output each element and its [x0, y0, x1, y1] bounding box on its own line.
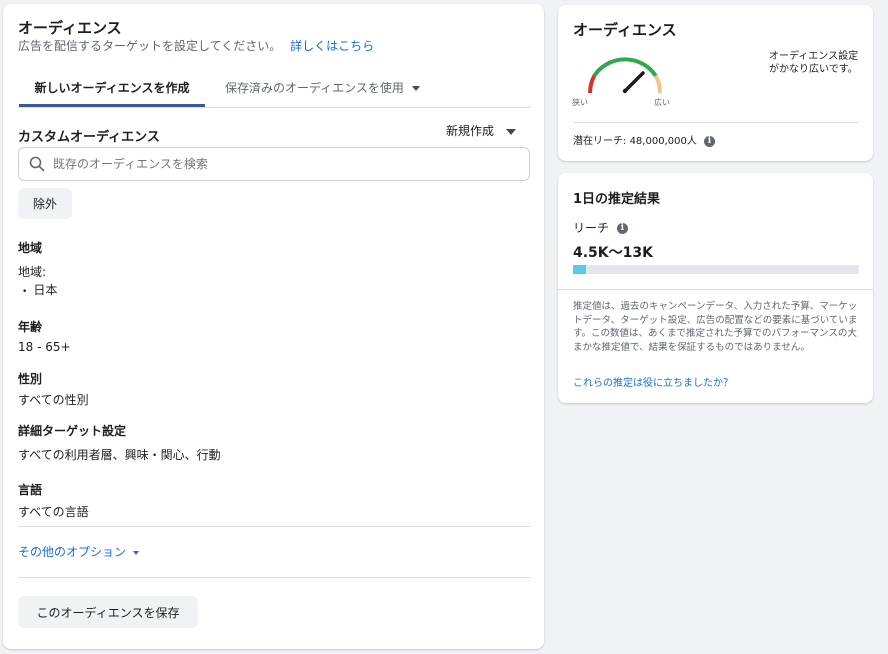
save-audience-label: このオーディエンスを保存 [36, 605, 180, 620]
reach-range: 4.5K〜13K [573, 245, 653, 261]
gauge-needle [623, 71, 645, 93]
feedback-link[interactable]: これらの推定は役に立ちましたか？ [573, 374, 733, 389]
search-icon [29, 156, 45, 172]
potential-reach-label: 潜在リーチ: [573, 136, 627, 147]
tab-saved-audience[interactable]: 保存済みのオーディエンスを使用 [225, 79, 420, 96]
options-divider [18, 526, 531, 527]
audience-panel: オーディエンス 広告を配信するターゲットを設定してください。 詳しくはこちら 新… [3, 4, 544, 649]
reach-progress-track [573, 265, 859, 274]
reach-progress-fill [573, 265, 586, 274]
save-divider [18, 577, 531, 578]
location-item-label: 日本 [33, 283, 58, 297]
caret-down-icon [411, 86, 420, 91]
gauge-optimal-segment [592, 57, 658, 77]
potential-reach-value: 48,000,000人 [629, 136, 697, 147]
audience-title: オーディエンス [18, 19, 122, 37]
reach-label: リーチ [573, 221, 610, 235]
tab-create-new-audience[interactable]: 新しいオーディエンスを作成 [19, 74, 205, 107]
create-new-label: 新規作成 [446, 124, 495, 138]
location-item: • 日本 [22, 281, 57, 298]
exclude-label: 除外 [32, 197, 57, 211]
daily-results-title: 1日の推定結果 [573, 192, 661, 207]
reach-heading: リーチ i [573, 219, 628, 236]
audience-breadth-description: オーディエンス設定がかなり広いです。 [769, 51, 859, 75]
languages-label: 言語 [18, 483, 43, 497]
caret-down-icon [132, 550, 139, 555]
gauge-pivot [622, 88, 628, 94]
gender-value: すべての性別 [18, 393, 89, 407]
detailed-targeting-value: すべての利用者層、興味・関心、行動 [18, 448, 221, 462]
audience-subtitle-text: 広告を配信するターゲットを設定してください。 [18, 39, 282, 53]
languages-value: すべての言語 [18, 505, 89, 519]
age-value: 18 - 65+ [18, 340, 71, 354]
estimate-disclaimer: 推定値は、過去のキャンペーンデータ、入力された予算、マーケットデータ、ターゲット… [573, 301, 858, 353]
bullet-icon: • [22, 287, 28, 297]
daily-results-panel: 1日の推定結果 リーチ i 4.5K〜13K 推定値は、過去のキャンペーンデータ… [558, 173, 873, 403]
audience-definition-title: オーディエンス [573, 21, 677, 39]
audience-definition-panel: オーディエンス 狭い 広い オーディエンス設定がかなり広いです。 潜在リーチ: … [558, 5, 873, 161]
audience-search-box[interactable] [18, 147, 530, 181]
caret-down-icon [505, 128, 516, 135]
custom-audience-label: カスタムオーディエンス [18, 130, 160, 145]
gauge-broad-segment [653, 74, 662, 94]
info-icon[interactable]: i [616, 223, 628, 234]
potential-reach: 潜在リーチ: 48,000,000人 i [573, 132, 716, 147]
reach-divider [573, 122, 859, 123]
save-audience-button[interactable]: このオーディエンスを保存 [18, 596, 198, 628]
gauge-narrow-label: 狭い [572, 98, 588, 107]
detailed-targeting-label: 詳細ターゲット設定 [18, 424, 127, 438]
gauge-narrow-segment [588, 74, 597, 94]
gender-label: 性別 [18, 372, 43, 386]
info-icon[interactable]: i [704, 135, 716, 147]
tab-label: 保存済みのオーディエンスを使用 [225, 81, 404, 95]
tabs-divider [18, 107, 531, 108]
disclaimer-divider [558, 289, 873, 290]
audience-subtitle: 広告を配信するターゲットを設定してください。 詳しくはこちら [18, 37, 374, 54]
audience-search-input[interactable] [53, 154, 513, 174]
create-new-dropdown[interactable]: 新規作成 [446, 122, 516, 139]
location-sub-label: 地域: [18, 265, 47, 279]
tab-label: 新しいオーディエンスを作成 [34, 81, 190, 95]
exclude-button[interactable]: 除外 [18, 188, 72, 219]
gauge-broad-label: 広い [654, 98, 670, 107]
learn-more-link[interactable]: 詳しくはこちら [290, 39, 374, 53]
age-label: 年齢 [18, 320, 43, 334]
audience-size-gauge [588, 57, 662, 94]
more-options-link[interactable]: その他のオプション [18, 543, 139, 560]
location-label: 地域 [18, 241, 43, 255]
more-options-label: その他のオプション [18, 545, 127, 559]
